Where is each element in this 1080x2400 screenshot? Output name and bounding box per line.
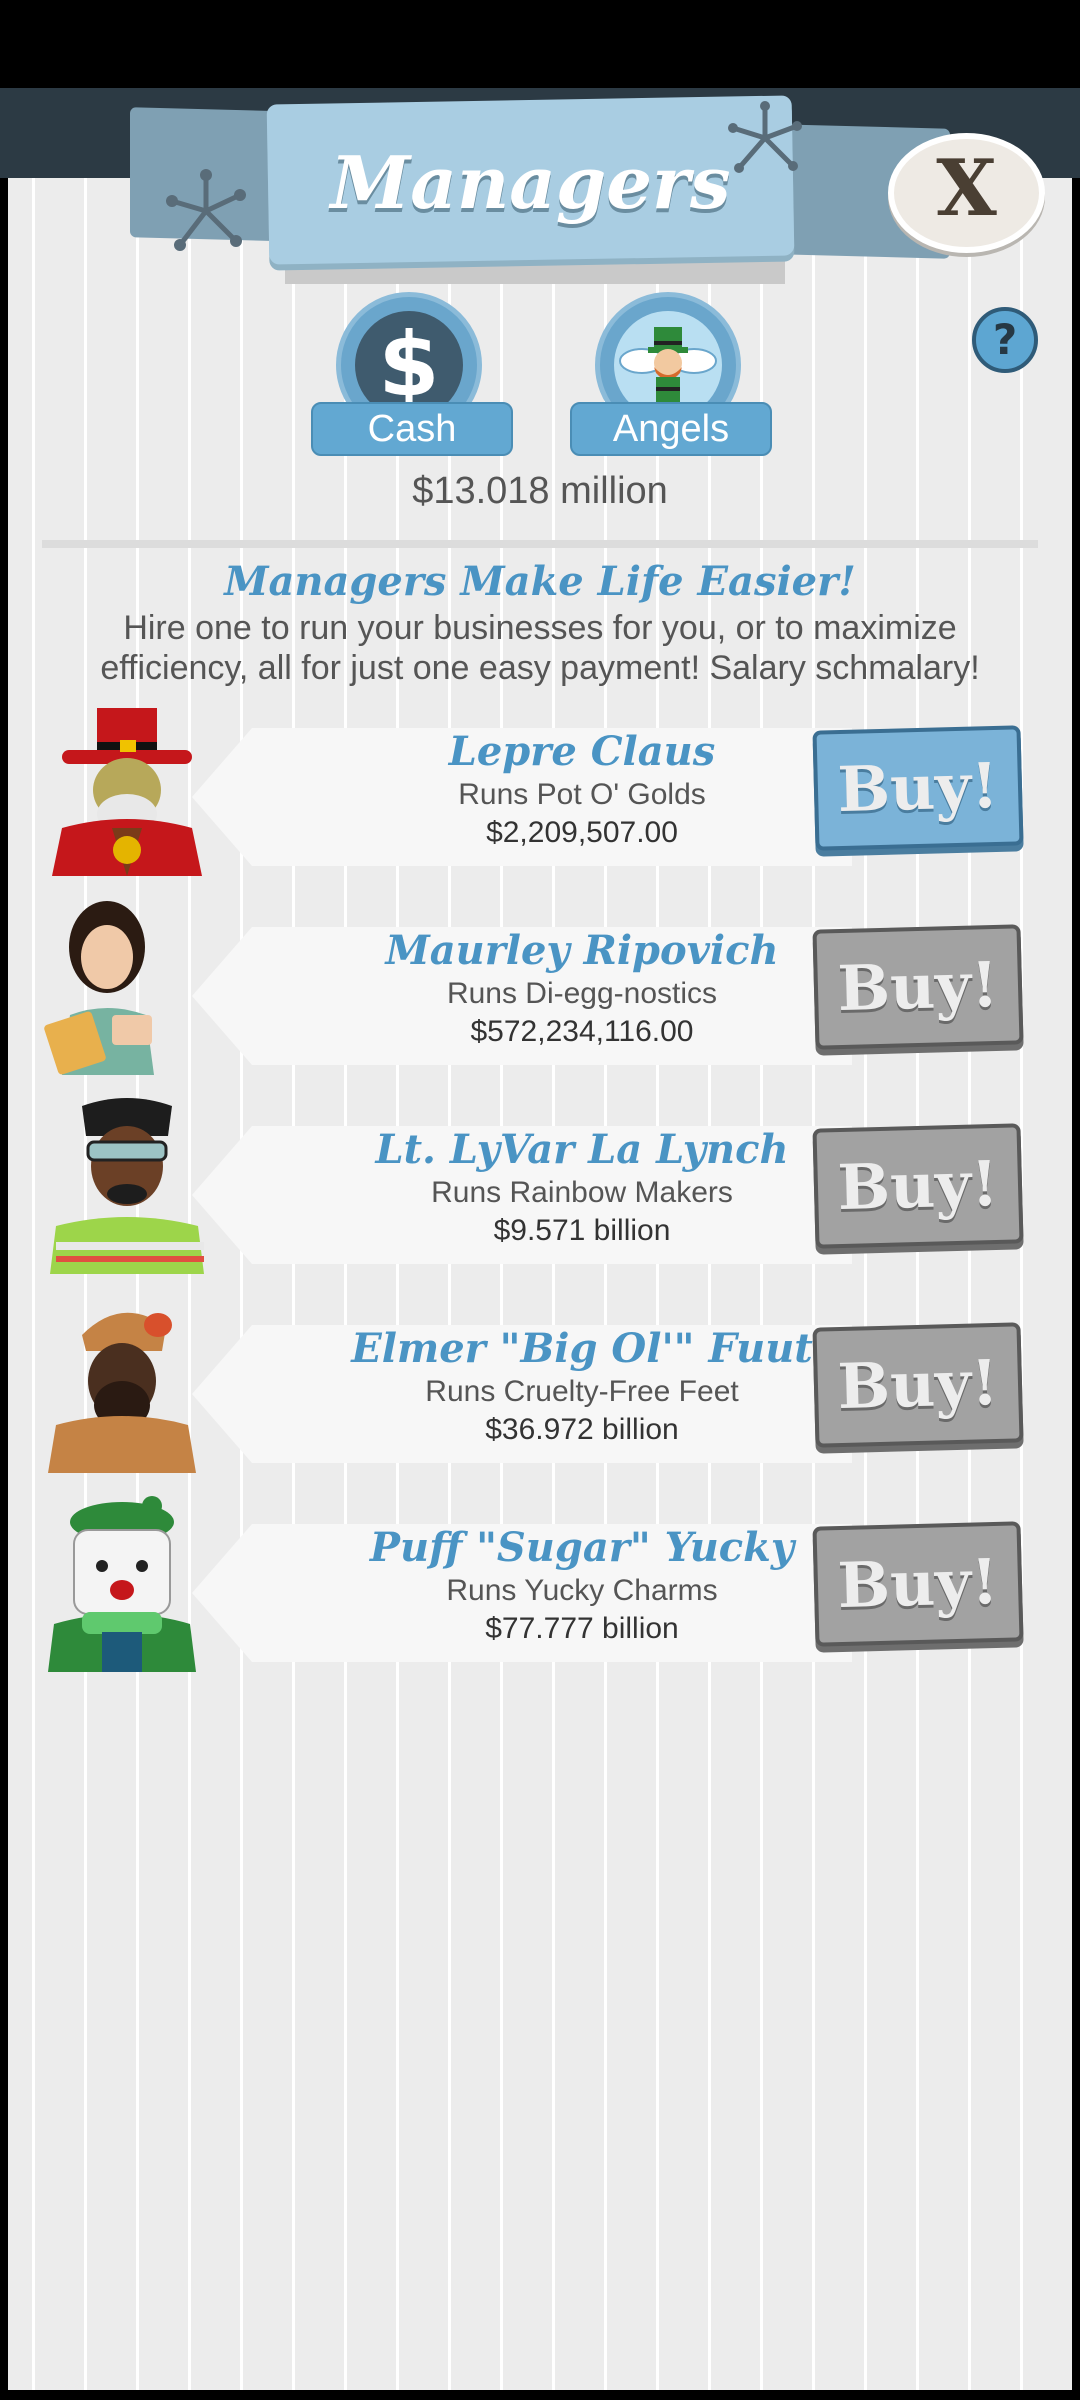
manager-business: Runs Rainbow Makers: [431, 1176, 733, 1209]
manager-business: Runs Cruelty-Free Feet: [425, 1375, 739, 1408]
manager-cost: $9.571 billion: [493, 1214, 671, 1247]
manager-row: Lt. LyVar La Lynch Runs Rainbow Makers $…: [42, 1098, 1038, 1274]
manager-business: Runs Di-egg-nostics: [446, 977, 718, 1010]
manager-row: Lepre Claus Runs Pot O' Golds $2,209,507…: [42, 708, 1038, 876]
manager-row: Elmer "Big Ol'" Fuut Runs Cruelty-Free F…: [42, 1312, 1038, 1473]
buy-button[interactable]: Buy!: [812, 1123, 1024, 1249]
lt-lyvar-la-lynch-avatar: [50, 1098, 204, 1274]
intro-heading: Managers Make Life Easier!: [224, 558, 856, 605]
starburst-icon: [728, 101, 802, 173]
buy-button[interactable]: Buy!: [812, 725, 1024, 851]
maurley-ripovich-avatar: [44, 901, 154, 1075]
manager-business: Runs Yucky Charms: [446, 1574, 718, 1607]
manager-name: Maurley Ripovich: [385, 927, 779, 974]
manager-cost: $77.777 billion: [485, 1612, 679, 1645]
manager-name: Lt. LyVar La Lynch: [375, 1126, 789, 1173]
lepre-claus-avatar: [52, 708, 202, 876]
elmer-big-ol-fuut-avatar: [48, 1312, 196, 1473]
tab-cash[interactable]: $ Cash: [311, 292, 513, 460]
cash-balance: $13.018 million: [412, 470, 668, 512]
divider: [42, 540, 1038, 548]
starburst-icon: [166, 169, 246, 251]
buy-button[interactable]: Buy!: [812, 1521, 1024, 1647]
tab-cash-label: Cash: [311, 402, 513, 456]
buy-button[interactable]: Buy!: [812, 924, 1024, 1050]
close-button[interactable]: X: [888, 133, 1045, 253]
close-icon: X: [936, 143, 997, 234]
tab-angels-label: Angels: [570, 402, 772, 456]
help-button[interactable]: ?: [972, 307, 1038, 373]
manager-business: Runs Pot O' Golds: [458, 778, 706, 811]
status-bar: [0, 0, 1080, 88]
manager-name: Lepre Claus: [448, 728, 716, 775]
manager-name: Elmer "Big Ol'" Fuut: [351, 1325, 813, 1372]
intro-text: Hire one to run your businesses for you,…: [100, 609, 980, 687]
puff-sugar-yucky-avatar: [48, 1496, 196, 1672]
manager-row: Maurley Ripovich Runs Di-egg-nostics $57…: [42, 901, 1038, 1075]
buy-button[interactable]: Buy!: [812, 1322, 1024, 1448]
manager-name: Puff "Sugar" Yucky: [369, 1524, 795, 1571]
manager-cost: $572,234,116.00: [470, 1015, 694, 1048]
manager-row: Puff "Sugar" Yucky Runs Yucky Charms $77…: [42, 1496, 1038, 1672]
manager-cost: $36.972 billion: [485, 1413, 679, 1446]
tab-angels[interactable]: Angels: [570, 292, 772, 460]
page-title: Managers: [330, 140, 731, 225]
manager-cost: $2,209,507.00: [486, 816, 678, 849]
